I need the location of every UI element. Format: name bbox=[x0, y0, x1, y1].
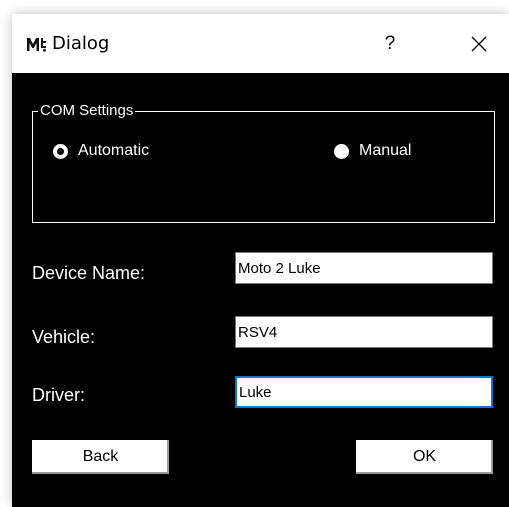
driver-input[interactable] bbox=[235, 376, 493, 408]
ok-button[interactable]: OK bbox=[356, 440, 493, 474]
close-button[interactable] bbox=[459, 26, 499, 62]
back-button[interactable]: Back bbox=[32, 440, 169, 474]
vehicle-label: Vehicle: bbox=[32, 327, 96, 347]
driver-label: Driver: bbox=[32, 385, 85, 405]
title-bar[interactable]: Dialog ? bbox=[12, 14, 509, 73]
vehicle-input[interactable] bbox=[235, 316, 493, 348]
close-icon bbox=[471, 36, 487, 52]
radio-manual-label: Manual bbox=[359, 142, 412, 159]
window-title: Dialog bbox=[52, 33, 110, 54]
radio-unchecked-icon bbox=[334, 143, 349, 159]
device-name-label: Device Name: bbox=[32, 263, 146, 283]
com-settings-title: COM Settings bbox=[38, 102, 136, 120]
help-button[interactable]: ? bbox=[372, 26, 408, 62]
radio-automatic-label: Automatic bbox=[78, 142, 150, 159]
radio-checked-icon bbox=[53, 143, 68, 159]
mdi-logo-icon bbox=[26, 35, 46, 53]
com-settings-group: COM Settings Automatic Manual bbox=[32, 102, 495, 223]
radio-manual[interactable]: Manual bbox=[334, 140, 411, 162]
radio-automatic[interactable]: Automatic bbox=[53, 140, 149, 162]
device-name-input[interactable] bbox=[235, 252, 493, 284]
dialog-window: Dialog ? COM Settings Automatic Manual D… bbox=[12, 14, 509, 507]
